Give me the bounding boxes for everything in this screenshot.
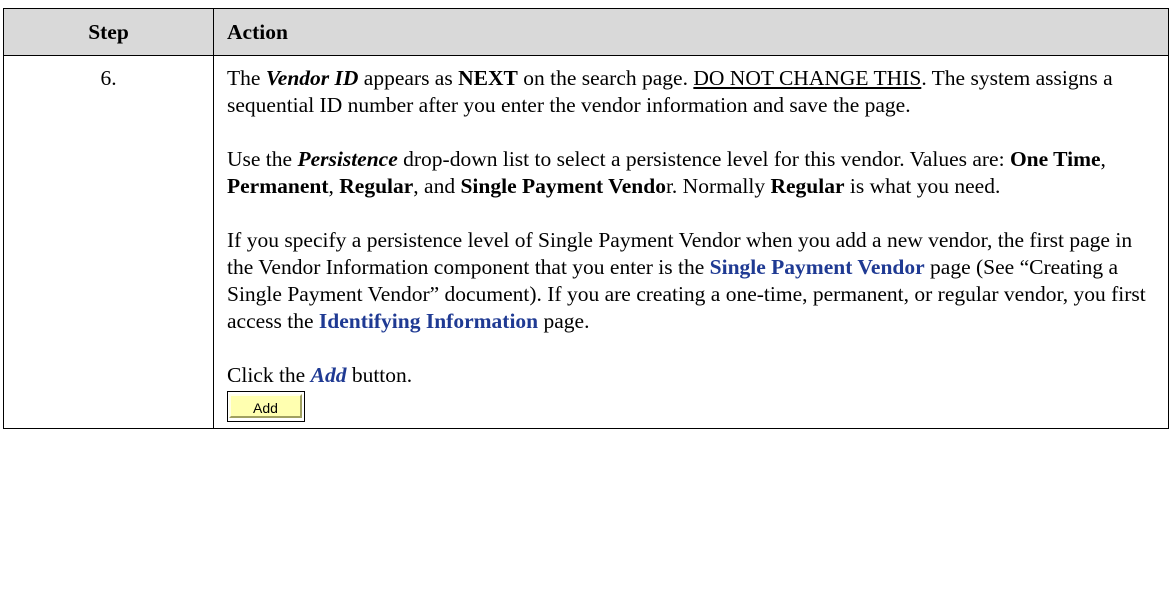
text-run: r. Normally	[665, 174, 771, 198]
add-button-frame: Add	[227, 391, 305, 422]
text-run: , and	[413, 174, 461, 198]
text-run: appears as	[358, 66, 459, 90]
single-payment-vendor-value: Single Payment Vendo	[460, 174, 666, 198]
click-add-paragraph: Click the Add button. Add	[227, 362, 1156, 422]
identifying-information-page-link: Identifying Information	[318, 309, 539, 333]
single-payment-paragraph: If you specify a persistence level of Si…	[227, 227, 1156, 335]
text-run: is what you need.	[844, 174, 1001, 198]
text-run: on the search page.	[517, 66, 694, 90]
text-run: ,	[1100, 147, 1106, 171]
regular-recommended-value: Regular	[770, 174, 845, 198]
text-run: Click the	[227, 363, 311, 387]
step-column-header: Step	[3, 8, 214, 56]
table-header-row: Step Action	[3, 8, 1169, 56]
action-cell: The Vendor ID appears as NEXT on the sea…	[213, 55, 1169, 429]
vendor-id-term: Vendor ID	[265, 66, 359, 90]
text-run: The	[227, 66, 266, 90]
single-payment-vendor-page-link: Single Payment Vendor	[709, 255, 925, 279]
action-column-header: Action	[213, 8, 1169, 56]
text-run: drop-down list to select a persistence l…	[397, 147, 1010, 171]
text-run: ,	[328, 174, 340, 198]
one-time-value: One Time	[1009, 147, 1101, 171]
regular-value: Regular	[339, 174, 414, 198]
persistence-term: Persistence	[297, 147, 398, 171]
table-row: 6. The Vendor ID appears as NEXT on the …	[3, 55, 1169, 429]
permanent-value: Permanent	[227, 174, 329, 198]
add-button[interactable]: Add	[229, 394, 302, 418]
text-run: page.	[538, 309, 590, 333]
text-run: button.	[346, 363, 413, 387]
next-term: NEXT	[458, 66, 518, 90]
text-run: Use the	[227, 147, 298, 171]
step-number: 6.	[3, 55, 214, 429]
add-term: Add	[310, 363, 347, 387]
persistence-paragraph: Use the Persistence drop-down list to se…	[227, 146, 1156, 200]
step-action-table: Step Action 6. The Vendor ID appears as …	[3, 8, 1169, 429]
do-not-change-warning: DO NOT CHANGE THIS	[693, 66, 922, 90]
vendor-id-paragraph: The Vendor ID appears as NEXT on the sea…	[227, 65, 1156, 119]
